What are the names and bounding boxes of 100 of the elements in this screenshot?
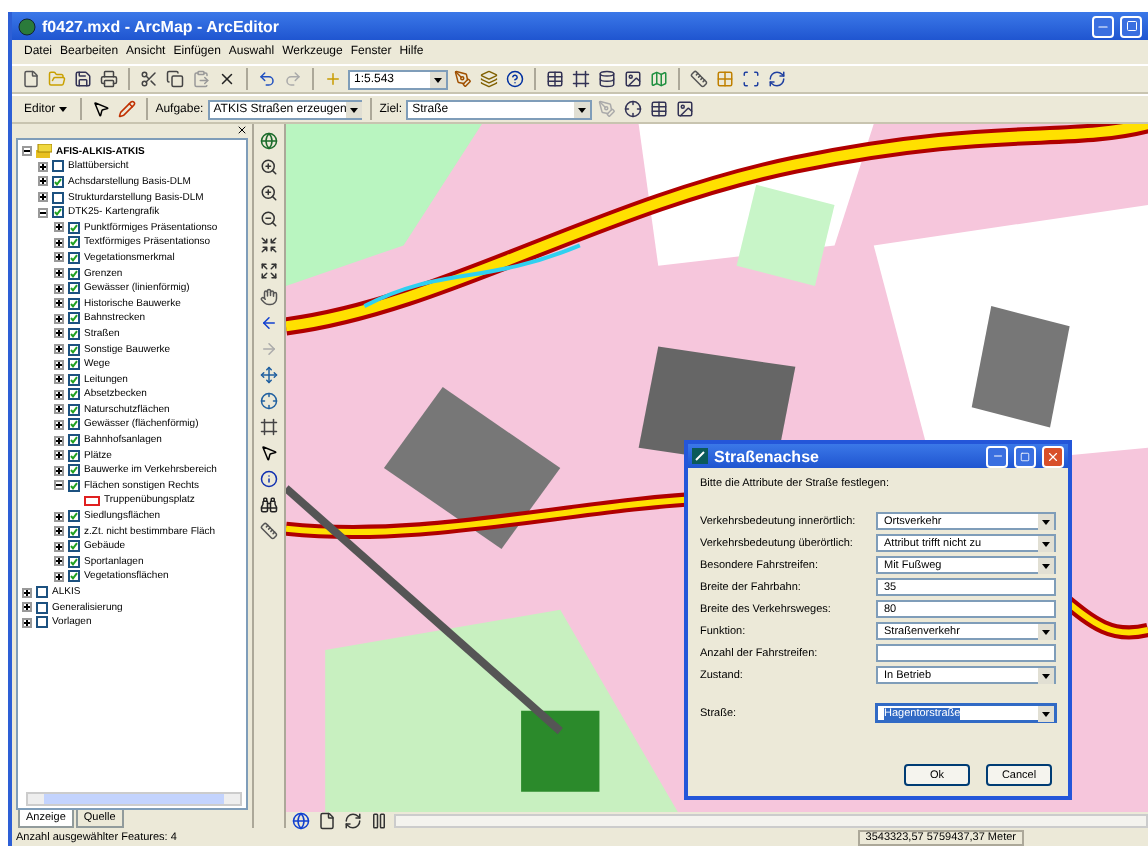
measure-icon[interactable] xyxy=(258,520,280,542)
caret-icon[interactable] xyxy=(1038,705,1054,721)
expand-icon[interactable] xyxy=(54,526,64,537)
expand-icon[interactable] xyxy=(54,556,64,567)
expand-icon[interactable] xyxy=(54,374,64,385)
caret-icon[interactable] xyxy=(1038,623,1054,639)
move-icon[interactable] xyxy=(258,364,280,386)
attributes-icon[interactable] xyxy=(648,98,671,120)
caret-icon[interactable] xyxy=(574,101,591,117)
layer-checkbox[interactable] xyxy=(68,343,80,356)
expand-icon[interactable] xyxy=(54,450,64,461)
expand-icon[interactable] xyxy=(22,587,32,598)
layer-checkbox[interactable] xyxy=(68,373,80,386)
layer-checkbox[interactable] xyxy=(68,570,80,583)
maximize-icon[interactable] xyxy=(1120,15,1142,37)
layer-checkbox[interactable] xyxy=(68,403,80,416)
table-icon[interactable] xyxy=(544,68,566,90)
caret-icon[interactable] xyxy=(346,101,363,117)
expand-icon[interactable] xyxy=(54,571,64,582)
layer-checkbox[interactable] xyxy=(36,586,48,599)
shrink-icon[interactable] xyxy=(258,234,280,256)
collapse-icon[interactable] xyxy=(38,207,48,218)
horizontal-scrollbar[interactable] xyxy=(26,792,242,806)
expand-icon[interactable] xyxy=(54,435,64,446)
refresh-icon[interactable] xyxy=(766,68,788,90)
minimize-icon[interactable] xyxy=(1092,15,1114,37)
layer-checkbox[interactable] xyxy=(68,555,80,568)
pause-icon[interactable] xyxy=(368,809,390,831)
pointer-icon[interactable] xyxy=(258,442,280,464)
caret-icon[interactable] xyxy=(1038,667,1054,683)
layer-checkbox[interactable] xyxy=(68,464,80,477)
layer-checkbox[interactable] xyxy=(68,525,80,538)
sketch-pencil-icon[interactable] xyxy=(115,98,138,120)
zoom-in-icon[interactable] xyxy=(258,156,280,178)
layer-checkbox[interactable] xyxy=(68,449,80,462)
layer-checkbox[interactable] xyxy=(68,251,80,264)
layer-checkbox[interactable] xyxy=(52,160,64,173)
expand-icon[interactable] xyxy=(22,602,32,613)
expand-icon[interactable] xyxy=(54,298,64,309)
database-icon[interactable] xyxy=(596,68,618,90)
printer-icon[interactable] xyxy=(98,68,120,90)
edit-pointer-icon[interactable] xyxy=(89,98,112,120)
expand-icon[interactable] xyxy=(38,192,48,203)
image-icon[interactable] xyxy=(622,68,644,90)
layer-checkbox[interactable] xyxy=(68,327,80,340)
image-icon[interactable] xyxy=(674,98,697,120)
expand-icon[interactable] xyxy=(54,344,64,355)
help-pointer-icon[interactable] xyxy=(504,68,526,90)
expand-icon[interactable] xyxy=(258,260,280,282)
expand-icon[interactable] xyxy=(54,389,64,400)
layer-checkbox[interactable] xyxy=(68,358,80,371)
new-document-icon[interactable] xyxy=(20,68,42,90)
expand-icon[interactable] xyxy=(38,161,48,172)
caret-icon[interactable] xyxy=(1038,513,1054,529)
layer-checkbox[interactable] xyxy=(68,267,80,280)
layer-checkbox[interactable] xyxy=(68,236,80,249)
collapse-icon[interactable] xyxy=(22,146,32,157)
layer-checkbox[interactable] xyxy=(36,616,48,629)
layer-checkbox[interactable] xyxy=(68,388,80,401)
crosshair-icon[interactable] xyxy=(622,98,645,120)
save-icon[interactable] xyxy=(72,68,94,90)
expand-icon[interactable] xyxy=(22,617,32,628)
back-arrow-icon[interactable] xyxy=(258,312,280,334)
caret-icon[interactable] xyxy=(1038,557,1054,573)
expand-icon[interactable] xyxy=(54,465,64,476)
layer-checkbox[interactable] xyxy=(52,191,64,204)
layer-checkbox[interactable] xyxy=(68,221,80,234)
layer-checkbox[interactable] xyxy=(68,479,80,492)
scan-icon[interactable] xyxy=(740,68,762,90)
expand-icon[interactable] xyxy=(54,419,64,430)
refresh-icon[interactable] xyxy=(342,809,364,831)
caret-icon[interactable] xyxy=(1038,535,1054,551)
maximize-icon[interactable] xyxy=(1014,445,1036,467)
layer-checkbox[interactable] xyxy=(68,297,80,310)
undo-icon[interactable] xyxy=(256,68,278,90)
expand-icon[interactable] xyxy=(54,328,64,339)
delete-icon[interactable] xyxy=(216,68,238,90)
layer-checkbox[interactable] xyxy=(68,510,80,523)
layer-checkbox[interactable] xyxy=(52,206,64,219)
layer-checkbox[interactable] xyxy=(68,312,80,325)
identify-icon[interactable] xyxy=(258,468,280,490)
expand-icon[interactable] xyxy=(54,541,64,552)
layer-checkbox[interactable] xyxy=(68,418,80,431)
expand-icon[interactable] xyxy=(54,283,64,294)
crosshair-icon[interactable] xyxy=(258,390,280,412)
horizontal-scrollbar[interactable] xyxy=(394,813,1148,827)
layer-checkbox[interactable] xyxy=(36,601,48,614)
expand-icon[interactable] xyxy=(54,222,64,233)
pan-icon[interactable] xyxy=(258,286,280,308)
expand-icon[interactable] xyxy=(54,404,64,415)
layer-checkbox[interactable] xyxy=(68,282,80,295)
data-view-icon[interactable] xyxy=(290,809,312,831)
zoom-out-icon[interactable] xyxy=(258,208,280,230)
binoculars-icon[interactable] xyxy=(258,494,280,516)
expand-icon[interactable] xyxy=(54,313,64,324)
expand-icon[interactable] xyxy=(38,176,48,187)
close-icon[interactable] xyxy=(236,124,248,136)
globe-icon[interactable] xyxy=(258,130,280,152)
layer-checkbox[interactable] xyxy=(68,540,80,553)
expand-icon[interactable] xyxy=(54,237,64,248)
